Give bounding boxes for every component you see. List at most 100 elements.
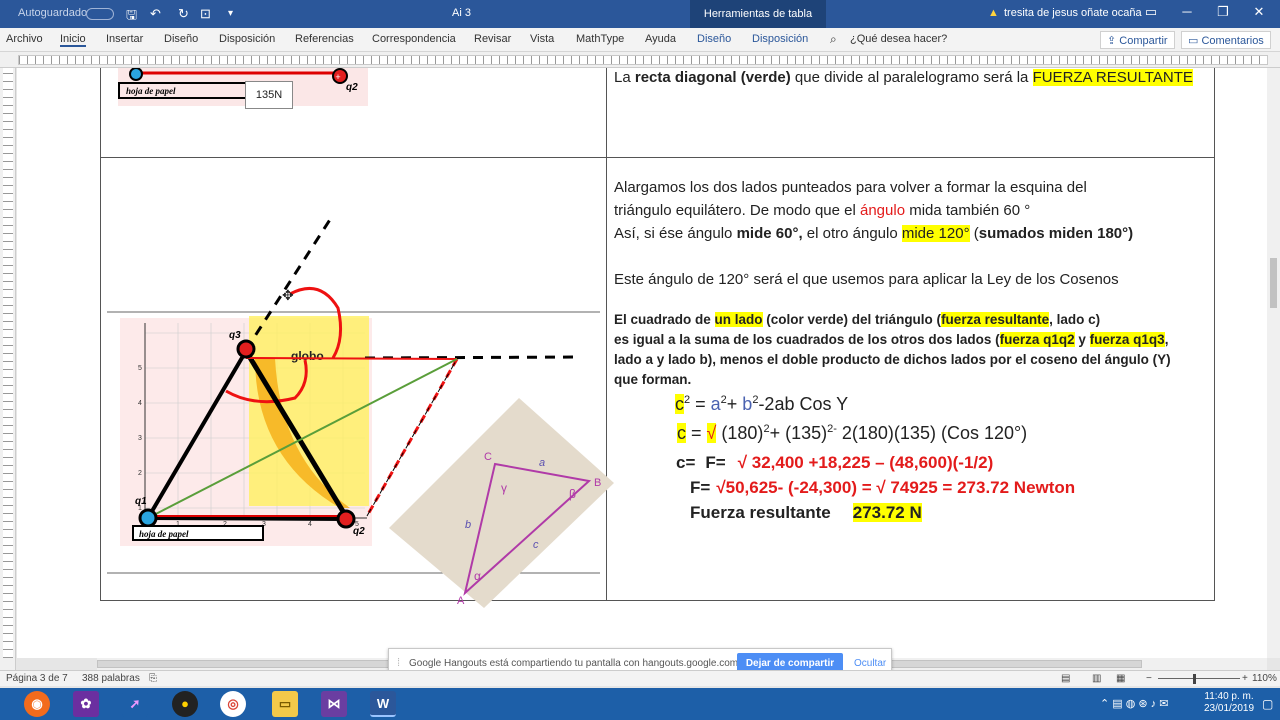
ribbon-tabs: Archivo Inicio Insertar Diseño Disposici… [0, 28, 1280, 52]
ribbon-display-icon[interactable]: ▭ [1136, 4, 1166, 20]
text-run: el otro ángulo [802, 225, 902, 242]
status-bar: Página 3 de 7 388 palabras ⎘ ▤ ▥ ▦ − + 1… [0, 670, 1280, 686]
user-name[interactable]: tresita de jesus oñate ocaña [1004, 7, 1142, 19]
bold-line-4: que forman. [614, 372, 692, 387]
tray-icons[interactable]: ⌃ ▤ ◍ ⊛ ♪ ✉ [1100, 697, 1168, 710]
tab-mathtype[interactable]: MathType [576, 33, 624, 45]
hide-button[interactable]: Ocultar [854, 658, 886, 669]
tab-diseno[interactable]: Diseño [164, 33, 198, 45]
save-icon[interactable]: 🖫 [126, 6, 137, 28]
tab-ayuda[interactable]: Ayuda [645, 33, 676, 45]
tab-vista[interactable]: Vista [530, 33, 554, 45]
clock[interactable]: 11:40 p. m. 23/01/2019 [1204, 691, 1254, 715]
side-c: c [533, 539, 539, 551]
eq-c: c [675, 394, 684, 414]
drag-handle-icon[interactable]: ⁞ [397, 657, 400, 669]
para-line-2: triángulo equilátero. De modo que el áng… [614, 199, 1030, 222]
bold-line-2: es igual a la suma de los cuadrados de l… [614, 330, 1168, 350]
maximize-button[interactable]: ❐ [1208, 4, 1238, 20]
undo-icon[interactable]: ↶ [150, 6, 161, 22]
tab-insertar[interactable]: Insertar [106, 33, 143, 45]
text-run: es igual a la suma de los cuadrados de l… [614, 332, 1000, 347]
notifications-icon[interactable]: ▢ [1262, 697, 1273, 711]
autosave-toggle[interactable] [86, 8, 114, 20]
q1-label: q1 [135, 496, 147, 507]
top-q2-label: q2 [346, 82, 358, 93]
angle-beta: β [569, 487, 576, 501]
bold-line-3: lado a y lado b), menos el doble product… [614, 352, 1171, 367]
x-tick: 4 [308, 521, 312, 528]
tab-archivo[interactable]: Archivo [6, 33, 43, 45]
angle-gamma: γ [501, 481, 507, 495]
eq-expr: √ 32,400 +18,225 – (48,600)(-1/2) [737, 453, 994, 472]
tab-referencias[interactable]: Referencias [295, 33, 354, 45]
tab-revisar[interactable]: Revisar [474, 33, 511, 45]
equation-2: c = √ (180)2+ (135)2- 2(180)(135) (Cos 1… [677, 423, 1027, 444]
eq-f: F= [705, 453, 726, 472]
word-taskbar-icon[interactable]: W [370, 691, 396, 717]
customize-toolbar-icon[interactable]: ▾ [228, 8, 233, 19]
comments-label: Comentarios [1201, 35, 1264, 47]
redo-icon[interactable]: ↻ [178, 6, 189, 22]
scroll-thumb[interactable] [1270, 258, 1277, 308]
y-tick: 5 [138, 365, 142, 372]
tab-correspondencia[interactable]: Correspondencia [372, 33, 456, 45]
zoom-slider[interactable] [1158, 678, 1240, 679]
vertical-ruler[interactable] [0, 68, 16, 670]
proofing-icon[interactable]: ⎘ [149, 673, 157, 684]
para-line-3: Así, si ése ángulo mide 60°, el otro áng… [614, 222, 1133, 245]
document-title: Ai 3 [452, 7, 471, 19]
zoom-level[interactable]: 110% [1252, 673, 1277, 684]
visual-studio-icon[interactable]: ⋈ [321, 691, 347, 717]
tab-table-design[interactable]: Diseño [697, 33, 731, 45]
eq-c: c= [676, 453, 696, 472]
tell-me-input[interactable]: ¿Qué desea hacer? [850, 33, 947, 45]
side-b: b [465, 519, 471, 531]
equation-3: c= F= √ 32,400 +18,225 – (48,600)(-1/2) [676, 453, 993, 473]
close-button[interactable]: ✕ [1244, 4, 1274, 20]
tab-inicio[interactable]: Inicio [60, 33, 86, 47]
media-app-icon[interactable]: ● [172, 691, 198, 717]
zoom-slider-thumb[interactable] [1193, 674, 1196, 684]
result-value: 273.72 N [852, 503, 922, 522]
horizontal-ruler[interactable] [0, 52, 1280, 68]
word-count[interactable]: 388 palabras [82, 673, 140, 684]
autosave-label: Autoguardado [18, 7, 88, 19]
page-count[interactable]: Página 3 de 7 [6, 673, 68, 684]
eq-b: b [742, 394, 753, 414]
equation-1: c2 = a2+ b2-2ab Cos Y [675, 394, 849, 414]
eq-root: √ [706, 423, 717, 443]
comments-button[interactable]: ▭ Comentarios [1181, 31, 1271, 49]
highlight-resultante: FUERZA RESULTANTE [1032, 69, 1193, 86]
text-run: (color verde) del triángulo ( [762, 312, 942, 327]
document-page[interactable]: + hoja de papel q2 135N 1 2 3 4 5 1 2 3 … [17, 68, 1267, 658]
text-run: triángulo equilátero. De modo que el [614, 202, 860, 219]
file-explorer-icon[interactable]: ▭ [272, 691, 298, 717]
vertical-scrollbar[interactable] [1267, 68, 1280, 658]
print-layout-icon[interactable]: ▦ [1116, 673, 1125, 684]
zoom-out-icon[interactable]: − [1146, 673, 1152, 684]
focus-icon[interactable]: ▤ [1061, 673, 1070, 684]
paint-app-icon[interactable]: ✿ [73, 691, 99, 717]
tab-table-layout[interactable]: Disposición [752, 33, 808, 45]
tab-disposicion[interactable]: Disposición [219, 33, 275, 45]
result-label: Fuerza resultante [690, 503, 831, 522]
text-run: ( [969, 225, 979, 242]
force-135-box: 135N [245, 81, 293, 109]
chrome-icon[interactable]: ◎ [220, 691, 246, 717]
row1-text: La recta diagonal (verde) que divide al … [614, 68, 1193, 89]
minimize-button[interactable]: ─ [1172, 4, 1202, 19]
rocket-app-icon[interactable]: ➚ [122, 691, 148, 717]
print-preview-icon[interactable]: ⊡ [200, 6, 211, 22]
q3-label: q3 [229, 330, 241, 341]
eq-f: F= [690, 478, 711, 497]
eq-text: = [690, 394, 711, 414]
read-mode-icon[interactable]: ▥ [1092, 673, 1101, 684]
text-run: , [1164, 332, 1169, 347]
share-button[interactable]: ⇪ Compartir [1100, 31, 1175, 49]
eq-text: = [686, 423, 707, 443]
text-run: Así, si ése ángulo [614, 225, 737, 242]
firefox-icon[interactable]: ◉ [24, 691, 50, 717]
top-paper-label: hoja de papel [126, 86, 176, 96]
zoom-in-icon[interactable]: + [1242, 673, 1248, 684]
